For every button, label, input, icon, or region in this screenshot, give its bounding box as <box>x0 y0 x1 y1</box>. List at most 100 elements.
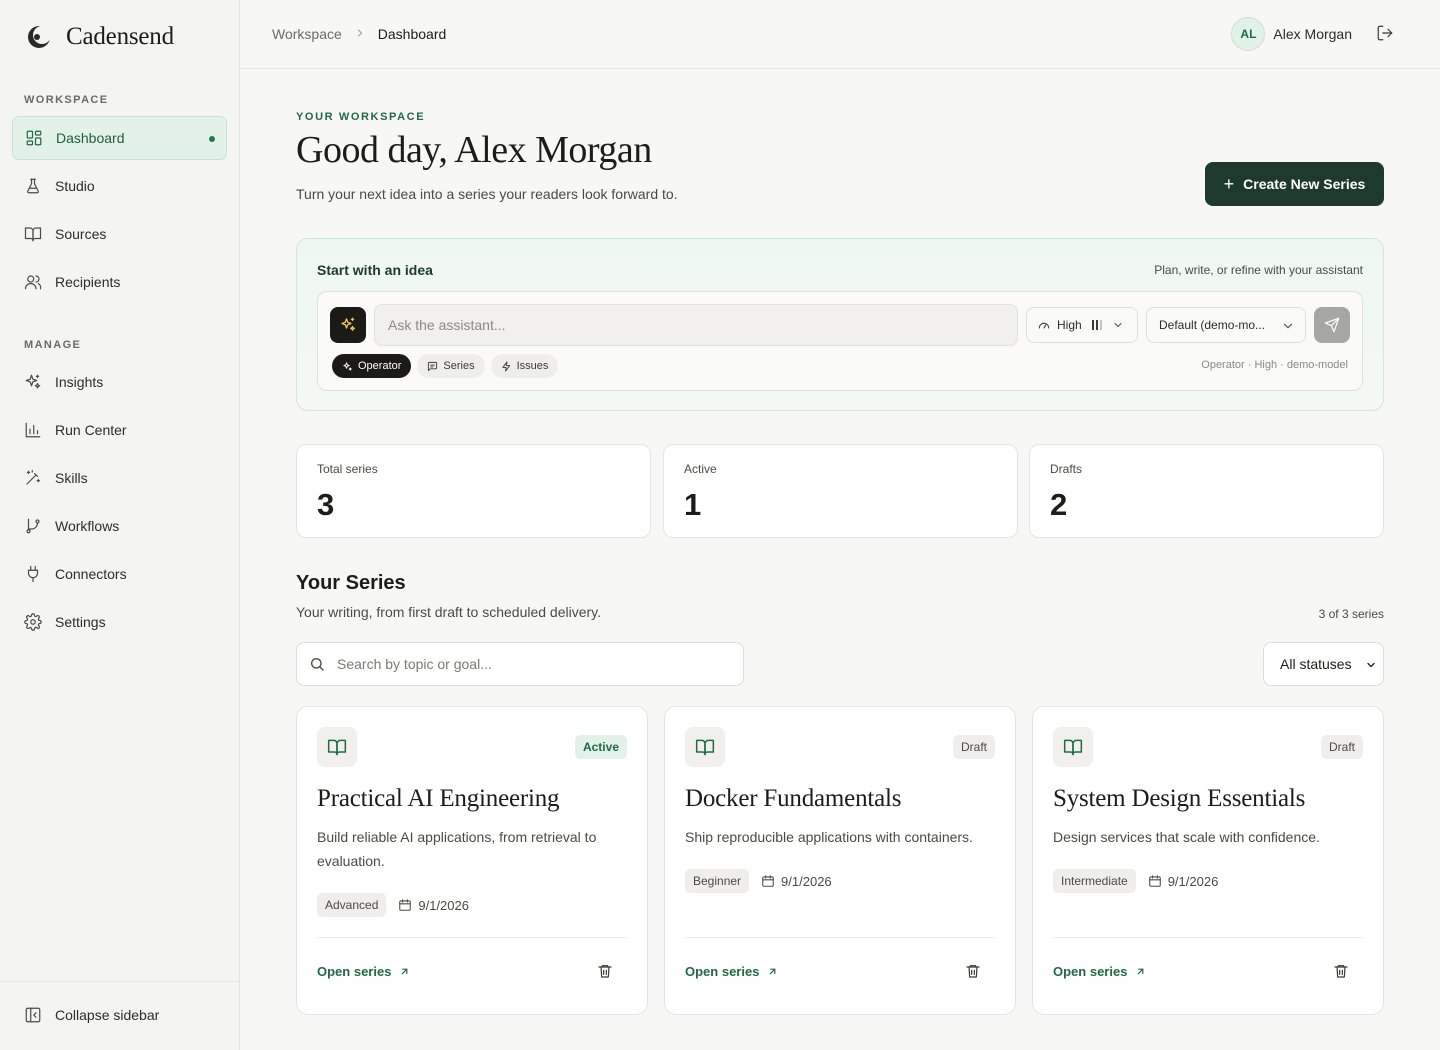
git-branch-icon <box>26 518 40 534</box>
avatar: AL <box>1231 17 1266 51</box>
page-title: Good day, Alex Morgan <box>296 129 652 171</box>
sidebar-item-label: Dashboard <box>56 130 125 146</box>
series-card: Draft System Design Essentials Design se… <box>1032 706 1384 1015</box>
level-tag: Advanced <box>317 893 387 917</box>
status-badge: Draft <box>952 735 995 759</box>
mode-chip-label: Issues <box>516 360 549 372</box>
chevron-right-icon <box>354 27 366 42</box>
series-card: Active Practical AI Engineering Build re… <box>296 706 648 1015</box>
sidebar-item-dashboard[interactable]: Dashboard <box>12 116 227 160</box>
stat-card-active: Active 1 <box>663 444 1018 538</box>
series-meta: Intermediate 9/1/2026 <box>1053 869 1218 893</box>
sidebar-item-label: Insights <box>55 374 104 390</box>
stat-value: 2 <box>1050 487 1068 522</box>
flask-icon <box>27 178 39 194</box>
delete-series-button[interactable] <box>965 963 983 981</box>
open-series-link[interactable]: Open series <box>685 964 778 979</box>
series-count: 3 of 3 series <box>1318 607 1384 621</box>
sidebar-item-recipients[interactable]: Recipients <box>12 260 227 304</box>
sidebar-item-run-center[interactable]: Run Center <box>12 408 227 452</box>
collapse-sidebar-button[interactable]: Collapse sidebar <box>24 1006 159 1024</box>
mode-chip-label: Series <box>443 360 475 372</box>
stat-card-drafts: Drafts 2 <box>1029 444 1384 538</box>
status-filter-value: All statuses <box>1280 656 1352 672</box>
open-book-icon <box>24 227 42 242</box>
card-divider <box>317 937 627 938</box>
users-icon <box>24 275 42 290</box>
open-series-link[interactable]: Open series <box>317 964 410 979</box>
sidebar-item-label: Studio <box>55 178 95 194</box>
user-menu[interactable]: AL Alex Morgan <box>1231 17 1352 51</box>
brand-logo-icon <box>24 22 52 52</box>
workspace-section-label: WORKSPACE <box>24 94 109 106</box>
sidebar-item-skills[interactable]: Skills <box>12 456 227 500</box>
mode-chip-label: Operator <box>358 360 402 372</box>
sidebar-item-settings[interactable]: Settings <box>12 600 227 644</box>
message-square-icon <box>428 361 438 371</box>
arrow-up-right-icon <box>1138 968 1144 975</box>
page-subtitle: Turn your next idea into a series your r… <box>296 186 678 202</box>
logout-button[interactable] <box>1376 24 1396 44</box>
stat-card-total-series: Total series 3 <box>296 444 651 538</box>
open-book-icon <box>317 727 357 767</box>
sidebar-item-label: Sources <box>55 226 107 242</box>
user-name: Alex Morgan <box>1273 26 1352 42</box>
series-description: Design services that scale with confiden… <box>1053 829 1320 845</box>
mode-chip-issues[interactable]: Issues <box>490 354 559 378</box>
series-date: 9/1/2026 <box>1148 874 1218 889</box>
series-date-text: 9/1/2026 <box>418 897 469 913</box>
send-button[interactable] <box>1314 307 1350 343</box>
panel-collapse-icon <box>25 1007 41 1023</box>
series-card: Draft Docker Fundamentals Ship reproduci… <box>664 706 1016 1015</box>
assistant-input[interactable] <box>374 304 1018 346</box>
series-title: Docker Fundamentals <box>685 785 902 812</box>
brand[interactable]: Cadensend <box>24 22 174 52</box>
delete-series-button[interactable] <box>597 963 615 981</box>
status-badge: Active <box>574 735 627 759</box>
trash-icon <box>1334 965 1348 978</box>
sidebar-item-connectors[interactable]: Connectors <box>12 552 227 596</box>
arrow-up-right-icon <box>402 968 408 975</box>
series-title: Practical AI Engineering <box>317 785 560 812</box>
effort-select[interactable]: High <box>1026 307 1138 343</box>
workspace-eyebrow: YOUR WORKSPACE <box>296 111 426 123</box>
model-select[interactable]: Default (demo-mo... <box>1146 307 1306 343</box>
assistant-panel-title: Start with an idea <box>317 262 433 278</box>
logout-icon <box>1377 25 1393 41</box>
mode-chip-series[interactable]: Series <box>417 354 485 378</box>
open-series-label: Open series <box>317 964 392 979</box>
plus-icon: + <box>1223 174 1235 194</box>
sidebar-item-label: Settings <box>55 614 106 630</box>
open-book-icon <box>685 727 725 767</box>
gear-icon <box>24 613 42 631</box>
sidebar: Cadensend WORKSPACE Dashboard Studio Sou… <box>0 0 240 1050</box>
sidebar-item-workflows[interactable]: Workflows <box>12 504 227 548</box>
open-series-link[interactable]: Open series <box>1053 964 1146 979</box>
series-search-input[interactable] <box>337 643 737 685</box>
create-new-series-button[interactable]: + Create New Series <box>1205 162 1384 206</box>
arrow-up-right-icon <box>770 968 776 975</box>
card-divider <box>1053 937 1363 938</box>
sidebar-item-studio[interactable]: Studio <box>12 164 227 208</box>
create-new-series-label: Create New Series <box>1243 176 1366 192</box>
assistant-magic-button[interactable] <box>330 307 366 343</box>
breadcrumb-workspace-link[interactable]: Workspace <box>272 26 342 42</box>
level-tag: Beginner <box>685 869 750 893</box>
sidebar-item-insights[interactable]: Insights <box>12 360 227 404</box>
dashboard-grid-icon <box>26 130 42 146</box>
series-title: System Design Essentials <box>1053 785 1306 812</box>
sidebar-item-label: Skills <box>55 470 88 486</box>
send-icon <box>1324 317 1340 333</box>
status-filter-select[interactable]: All statuses <box>1263 642 1384 686</box>
sidebar-item-sources[interactable]: Sources <box>12 212 227 256</box>
mode-chip-operator[interactable]: Operator <box>332 354 412 378</box>
composer-meta: Operator · High · demo-model <box>1201 359 1348 371</box>
stat-value: 1 <box>684 487 702 522</box>
effort-level-bars-icon <box>1091 320 1102 330</box>
lightning-icon <box>501 360 510 372</box>
delete-series-button[interactable] <box>1333 963 1351 981</box>
calendar-icon <box>399 899 412 911</box>
chevron-down-icon <box>1114 323 1122 327</box>
assistant-composer: High Default (demo-mo... Operator Series <box>317 291 1363 391</box>
trash-icon <box>966 965 980 978</box>
